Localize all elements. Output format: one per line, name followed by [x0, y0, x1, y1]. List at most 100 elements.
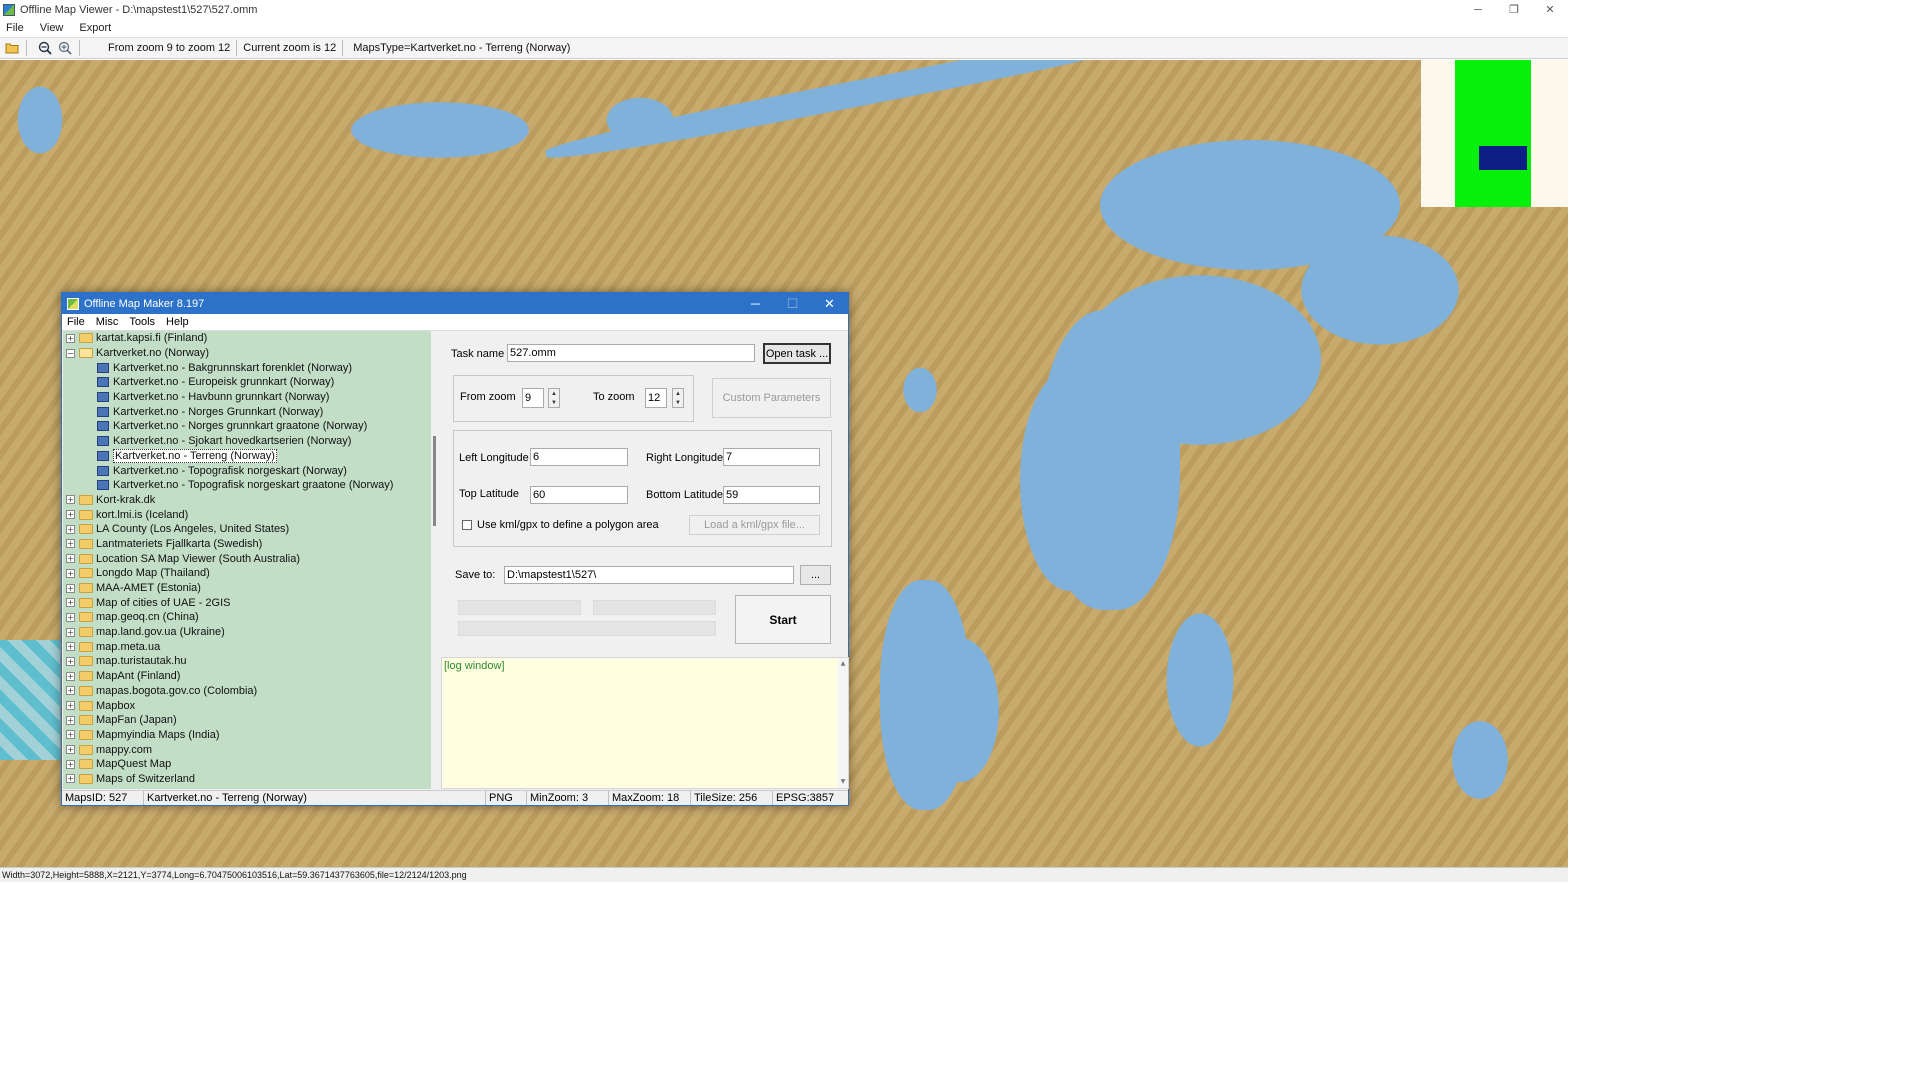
expand-icon[interactable]: +: [66, 612, 75, 622]
zoom-in-icon[interactable]: [57, 40, 73, 56]
spin-down-icon[interactable]: ▼: [551, 400, 557, 406]
tree-folder-item[interactable]: + map.meta.ua: [63, 639, 431, 654]
task-name-field[interactable]: 527.omm: [507, 344, 755, 362]
log-window[interactable]: [log window] ▲ ▼: [441, 657, 849, 789]
expand-icon[interactable]: +: [66, 701, 75, 711]
expand-icon[interactable]: +: [66, 730, 75, 740]
left-longitude-field[interactable]: 6: [530, 448, 628, 466]
tree-folder-item[interactable]: + MAA-AMET (Estonia): [63, 581, 431, 596]
spin-up-icon[interactable]: ▲: [551, 391, 557, 397]
open-folder-icon[interactable]: [4, 40, 20, 56]
expand-icon[interactable]: +: [66, 686, 75, 696]
dialog-menu-help[interactable]: Help: [166, 316, 189, 328]
dialog-menu-file[interactable]: File: [67, 316, 85, 328]
tree-map-item[interactable]: Kartverket.no - Topografisk norgeskart g…: [63, 478, 431, 493]
minimize-button[interactable]: ─: [1460, 0, 1496, 19]
dialog-menu-misc[interactable]: Misc: [96, 316, 119, 328]
tree-folder-item[interactable]: + Kort-krak.dk: [63, 493, 431, 508]
tree-map-item[interactable]: Kartverket.no - Europeisk grunnkart (Nor…: [63, 375, 431, 390]
spin-up-icon[interactable]: ▲: [675, 391, 681, 397]
bottom-latitude-field[interactable]: 59: [723, 486, 820, 504]
to-zoom-spinner[interactable]: 12: [645, 388, 667, 408]
tree-folder-item[interactable]: + mapas.bogota.gov.co (Colombia): [63, 684, 431, 699]
tree-folder-item[interactable]: + map.geoq.cn (China): [63, 610, 431, 625]
tree-scrollbar-thumb[interactable]: [433, 436, 436, 526]
expand-icon[interactable]: +: [66, 642, 75, 652]
right-longitude-field[interactable]: 7: [723, 448, 820, 466]
menu-file[interactable]: File: [6, 22, 24, 34]
expand-icon[interactable]: +: [66, 539, 75, 549]
tree-folder-item[interactable]: + Map of cities of UAE - 2GIS: [63, 595, 431, 610]
minimap[interactable]: [1421, 60, 1568, 207]
tree-map-item[interactable]: Kartverket.no - Havbunn grunnkart (Norwa…: [63, 390, 431, 405]
tree-folder-item[interactable]: + Mapbox: [63, 698, 431, 713]
start-button[interactable]: Start: [735, 595, 831, 644]
tree-folder-item[interactable]: + Longdo Map (Thailand): [63, 566, 431, 581]
tree-folder-item[interactable]: + map.turistautak.hu: [63, 654, 431, 669]
restore-button[interactable]: ❐: [1496, 0, 1532, 19]
dialog-menu-tools[interactable]: Tools: [129, 316, 155, 328]
expand-icon[interactable]: +: [66, 568, 75, 578]
tree-scrollbar[interactable]: [431, 331, 439, 789]
use-kml-checkbox[interactable]: [462, 520, 472, 530]
custom-parameters-button[interactable]: Custom Parameters: [712, 378, 831, 418]
browse-button[interactable]: ...: [800, 565, 831, 585]
dialog-maximize-button[interactable]: ☐: [774, 293, 811, 314]
tree-folder-item[interactable]: − Kartverket.no (Norway): [63, 346, 431, 361]
collapse-icon[interactable]: −: [66, 348, 75, 358]
tree-folder-item[interactable]: + Maps of Switzerland: [63, 772, 431, 787]
minimap-viewport[interactable]: [1479, 146, 1527, 170]
scroll-up-icon[interactable]: ▲: [839, 660, 847, 668]
scroll-down-icon[interactable]: ▼: [839, 778, 847, 786]
tree-folder-item[interactable]: + map.land.gov.ua (Ukraine): [63, 625, 431, 640]
top-latitude-field[interactable]: 60: [530, 486, 628, 504]
expand-icon[interactable]: +: [66, 656, 75, 666]
tree-folder-item[interactable]: + kort.lmi.is (Iceland): [63, 507, 431, 522]
tree-folder-item[interactable]: + MapFan (Japan): [63, 713, 431, 728]
zoom-out-icon[interactable]: [37, 40, 53, 56]
tree-map-item[interactable]: Kartverket.no - Sjokart hovedkartserien …: [63, 434, 431, 449]
menu-view[interactable]: View: [40, 22, 64, 34]
tree-folder-item[interactable]: + Location SA Map Viewer (South Australia…: [63, 551, 431, 566]
expand-icon[interactable]: +: [66, 598, 75, 608]
to-zoom-spin-arrows[interactable]: ▲ ▼: [672, 388, 684, 408]
tree-folder-item[interactable]: + MapAnt (Finland): [63, 669, 431, 684]
expand-icon[interactable]: +: [66, 745, 75, 755]
tree-folder-item[interactable]: + Lantmateriets Fjallkarta (Swedish): [63, 537, 431, 552]
tree-folder-item[interactable]: + Mapmyindia Maps (India): [63, 728, 431, 743]
from-zoom-spinner[interactable]: 9: [522, 388, 544, 408]
expand-icon[interactable]: +: [66, 759, 75, 769]
expand-icon[interactable]: +: [66, 333, 75, 343]
tree-map-item[interactable]: Kartverket.no - Norges Grunnkart (Norway…: [63, 404, 431, 419]
expand-icon[interactable]: +: [66, 510, 75, 520]
tree-folder-item[interactable]: + mappy.com: [63, 742, 431, 757]
tree-folder-item[interactable]: + kartat.kapsi.fi (Finland): [63, 331, 431, 346]
expand-icon[interactable]: +: [66, 671, 75, 681]
tree-map-item[interactable]: Kartverket.no - Bakgrunnskart forenklet …: [63, 360, 431, 375]
map-source-tree[interactable]: + kartat.kapsi.fi (Finland) − Kartverket.no…: [63, 331, 431, 789]
menu-export[interactable]: Export: [79, 22, 111, 34]
tree-folder-item[interactable]: + LA County (Los Angeles, United States): [63, 522, 431, 537]
from-zoom-spin-arrows[interactable]: ▲ ▼: [548, 388, 560, 408]
dialog-minimize-button[interactable]: ─: [737, 293, 774, 314]
expand-icon[interactable]: +: [66, 524, 75, 534]
expand-icon[interactable]: +: [66, 495, 75, 505]
tree-folder-item[interactable]: + MapQuest Map: [63, 757, 431, 772]
log-scrollbar[interactable]: ▲ ▼: [838, 658, 848, 788]
tree-map-item[interactable]: Kartverket.no - Topografisk norgeskart (…: [63, 463, 431, 478]
spin-down-icon[interactable]: ▼: [675, 400, 681, 406]
expand-icon[interactable]: +: [66, 774, 75, 784]
tree-map-item[interactable]: Kartverket.no - Terreng (Norway): [63, 448, 431, 464]
expand-icon[interactable]: +: [66, 627, 75, 637]
left-longitude-label: Left Longitude: [459, 452, 529, 464]
expand-icon[interactable]: +: [66, 554, 75, 564]
tree-item-label: MapAnt (Finland): [96, 670, 181, 683]
expand-icon[interactable]: +: [66, 715, 75, 725]
load-kml-button[interactable]: Load a kml/gpx file...: [689, 515, 820, 535]
expand-icon[interactable]: +: [66, 583, 75, 593]
tree-map-item[interactable]: Kartverket.no - Norges grunnkart graaton…: [63, 419, 431, 434]
close-button[interactable]: ✕: [1532, 0, 1568, 19]
open-task-button[interactable]: Open task ...: [763, 343, 831, 364]
dialog-close-button[interactable]: ✕: [811, 293, 848, 314]
save-to-field[interactable]: D:\mapstest1\527\: [504, 566, 794, 584]
